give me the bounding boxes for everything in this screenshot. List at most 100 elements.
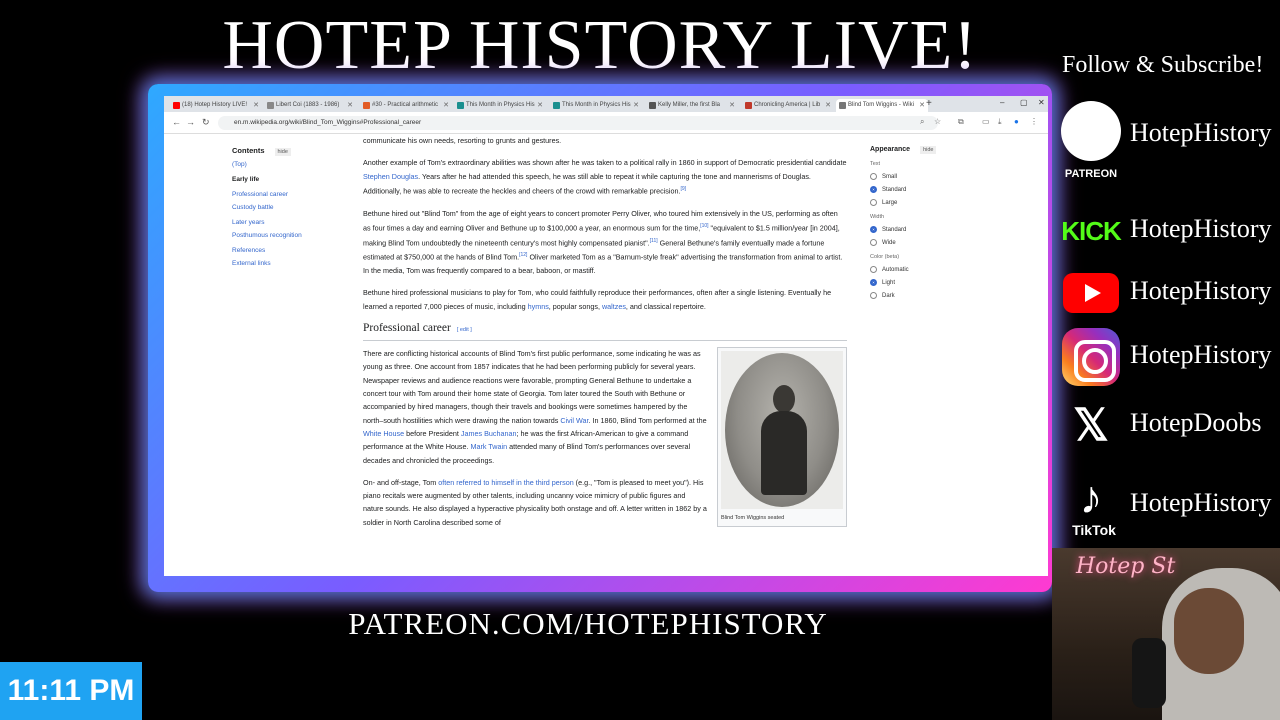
radio-icon (870, 173, 877, 180)
browser-tab[interactable]: This Month in Physics His ✕ (454, 99, 546, 112)
toc-item-custody-battle[interactable]: Custody battle (232, 204, 342, 211)
tab-favicon-icon (553, 102, 560, 109)
citation-ref[interactable]: [11] (650, 238, 658, 244)
toc-item-top[interactable]: (Top) (232, 161, 342, 168)
patreon-url-banner: PATREON.COM/HOTEPHISTORY (348, 606, 828, 641)
social-instagram: HotepHistory (1060, 326, 1280, 390)
youtube-icon (1063, 273, 1119, 313)
minimize-icon[interactable]: – (1000, 98, 1004, 107)
toc-item-later-years[interactable]: Later years (232, 219, 342, 226)
patreon-label: PATREON (1064, 168, 1118, 180)
text-size-option-standard[interactable]: Standard (870, 186, 980, 193)
link-civil-war[interactable]: Civil War (560, 416, 588, 425)
menu-icon[interactable]: ⋮ (1030, 117, 1038, 126)
toc-item-professional-career[interactable]: Professional career (232, 191, 342, 198)
career-section: There are conflicting historical account… (363, 347, 847, 529)
citation-ref[interactable]: [10] (700, 223, 708, 229)
social-youtube: HotepHistory (1060, 262, 1280, 326)
social-kick: KICK HotepHistory (1060, 200, 1280, 264)
link-third-person[interactable]: often referred to himself in the third p… (438, 478, 573, 487)
radio-selected-icon (870, 186, 877, 193)
browser-tab-active[interactable]: Blind Tom Wiggins - Wiki ✕ (836, 99, 928, 112)
social-handle: HotepHistory (1130, 488, 1272, 517)
forward-icon[interactable]: → (186, 117, 195, 127)
webcam-feed: Hotep St (1052, 548, 1280, 720)
wiki-page: Contents hide (Top) Early life Profession… (164, 134, 1048, 576)
browser-tab[interactable]: This Month in Physics His ✕ (550, 99, 642, 112)
back-icon[interactable]: ← (172, 117, 181, 127)
download-icon[interactable]: ⤓ (998, 117, 1002, 127)
browser-tab[interactable]: (18) Hotep History LIVE! ✕ (170, 99, 262, 112)
appearance-panel: Appearance hide Text Small Standard Large… (870, 146, 980, 299)
browser-tab[interactable]: Chronicling America | Lib ✕ (742, 99, 834, 112)
new-tab-icon[interactable]: + (926, 98, 932, 109)
sidebar-icon[interactable]: ▭ (982, 117, 990, 126)
close-window-icon[interactable]: ✕ (1038, 98, 1045, 107)
figure-caption: Blind Tom Wiggins seated (721, 515, 785, 522)
browser-tab[interactable]: Libert Coi (1883 - 1986) ✕ (264, 99, 356, 112)
social-tiktok: ♪ TikTok HotepHistory (1060, 466, 1280, 538)
close-icon[interactable]: ✕ (443, 99, 449, 112)
tiktok-label: TikTok (1072, 522, 1116, 538)
close-icon[interactable]: ✕ (825, 99, 831, 112)
social-patreon: PATREON HotepHistory (1060, 100, 1280, 180)
maximize-icon[interactable]: ▢ (1020, 98, 1028, 107)
tab-favicon-icon (745, 102, 752, 109)
close-icon[interactable]: ✕ (729, 99, 735, 112)
article-paragraph: On- and off-stage, Tom often referred to… (363, 477, 707, 527)
close-icon[interactable]: ✕ (347, 99, 353, 112)
text-size-option-large[interactable]: Large (870, 199, 980, 206)
toc-item-references[interactable]: References (232, 247, 342, 254)
social-handle: HotepHistory (1130, 118, 1272, 147)
color-option-dark[interactable]: Dark (870, 292, 980, 299)
color-option-automatic[interactable]: Automatic (870, 266, 980, 273)
toc-item-external-links[interactable]: External links (232, 260, 342, 267)
social-handle: HotepDoobs (1130, 408, 1262, 437)
close-icon[interactable]: ✕ (537, 99, 543, 112)
link-james-buchanan[interactable]: James Buchanan (461, 429, 517, 438)
browser-tab[interactable]: Kelly Miller, the first Bla ✕ (646, 99, 738, 112)
close-icon[interactable]: ✕ (253, 99, 259, 112)
toc-heading: Contents (232, 146, 265, 155)
tiktok-icon: ♪ (1079, 471, 1103, 523)
extensions-icon[interactable]: ⧉ (958, 117, 964, 127)
link-waltzes[interactable]: waltzes (602, 302, 626, 311)
browser-tab[interactable]: #30 - Practical arithmetic ✕ (360, 99, 452, 112)
tab-favicon-icon (173, 102, 180, 109)
link-mark-twain[interactable]: Mark Twain (470, 442, 507, 451)
url-field[interactable]: en.m.wikipedia.org/wiki/Blind_Tom_Wiggin… (218, 116, 938, 130)
close-icon[interactable]: ✕ (633, 99, 639, 112)
width-option-standard[interactable]: Standard (870, 226, 980, 233)
reload-icon[interactable]: ↻ (202, 117, 210, 128)
appearance-hide-button[interactable]: hide (920, 146, 937, 154)
radio-icon (870, 199, 877, 206)
x-icon: 𝕏 (1073, 400, 1109, 450)
radio-selected-icon (870, 279, 877, 286)
color-option-light[interactable]: Light (870, 279, 980, 286)
edit-section-link[interactable]: [ edit ] (457, 327, 472, 333)
bookmark-star-icon[interactable]: ☆ (934, 117, 941, 126)
text-size-option-small[interactable]: Small (870, 173, 980, 180)
kick-icon: KICK (1061, 215, 1122, 246)
zoom-icon[interactable]: ⌕ (920, 117, 924, 127)
address-bar: ← → ↻ en.m.wikipedia.org/wiki/Blind_Tom_… (164, 112, 1048, 134)
close-icon[interactable]: ✕ (919, 99, 925, 112)
link-white-house[interactable]: White House (363, 429, 404, 438)
portrait-photo[interactable] (721, 351, 843, 510)
article-paragraph: Another example of Tom's extraordinary a… (363, 158, 847, 196)
article-paragraph: Bethune hired professional musicians to … (363, 288, 832, 311)
article-paragraph: communicate his own needs, resorting to … (363, 136, 562, 145)
patreon-icon (1061, 101, 1121, 161)
microphone (1132, 638, 1166, 708)
article-paragraph: Bethune hired out "Blind Tom" from the a… (363, 208, 843, 275)
tab-favicon-icon (649, 102, 656, 109)
toc-item-posthumous-recognition[interactable]: Posthumous recognition (232, 232, 342, 239)
profile-avatar-icon[interactable]: ● (1014, 117, 1019, 126)
link-stephen-douglas[interactable]: Stephen Douglas (363, 172, 418, 181)
social-handle: HotepHistory (1130, 214, 1272, 243)
citation-ref[interactable]: [9] (680, 186, 686, 192)
link-hymns[interactable]: hymns (528, 302, 549, 311)
toc-hide-button[interactable]: hide (274, 148, 291, 156)
toc-item-early-life[interactable]: Early life (232, 176, 342, 183)
width-option-wide[interactable]: Wide (870, 239, 980, 246)
